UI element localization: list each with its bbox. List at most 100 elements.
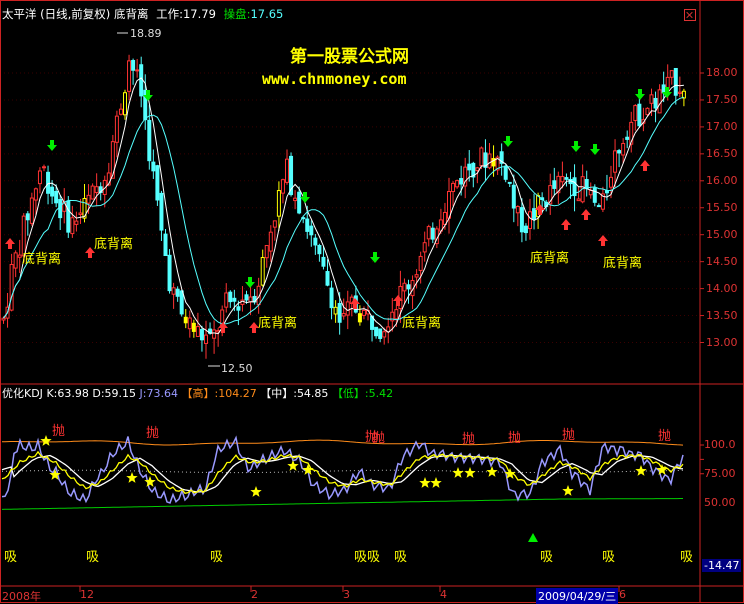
price-axis-tick: 16.00 [706, 173, 738, 187]
divergence-label: 底背离 [94, 237, 134, 252]
candle-body [268, 231, 273, 252]
candle-body [25, 213, 30, 221]
candle-body [228, 291, 233, 303]
absorb-signal-label: 吸 [602, 550, 616, 565]
candle-body [418, 255, 423, 271]
star-icon [419, 477, 431, 488]
candle-body [665, 76, 670, 89]
candle-body [123, 92, 127, 116]
d-value: 59.15 [104, 387, 137, 400]
candle-body [33, 188, 38, 201]
up-arrow-icon [598, 235, 608, 246]
candle-body [528, 211, 532, 230]
candle-body [139, 64, 144, 97]
candle-body [394, 309, 399, 320]
candle-body [204, 334, 208, 344]
candle-body [406, 284, 411, 290]
candle-body [588, 189, 593, 196]
candle-body [426, 226, 431, 240]
candle-body [604, 190, 609, 194]
date-label: 12 [80, 588, 94, 601]
close-icon[interactable] [684, 9, 696, 21]
down-arrow-icon [47, 140, 57, 151]
candle-body [78, 212, 83, 215]
j-value: 73.64 [146, 387, 179, 400]
window-border [0, 0, 744, 603]
ma-long-line [3, 96, 685, 325]
star-icon [656, 464, 668, 475]
candle-body [37, 170, 42, 185]
kdj-high-line [1, 439, 684, 446]
chart-canvas[interactable] [0, 0, 744, 603]
candle-body [118, 108, 123, 115]
candle-body [337, 302, 342, 323]
divergence-label: 底背离 [603, 256, 643, 271]
price-axis-tick: 17.50 [706, 92, 738, 106]
candle-body [673, 67, 678, 96]
down-arrow-icon [370, 252, 380, 263]
candle-body [677, 91, 682, 94]
d-label: D: [92, 387, 105, 400]
candle-body [29, 197, 34, 224]
candle-body [633, 105, 638, 121]
candle-body [13, 252, 18, 269]
candle-body [86, 194, 91, 204]
kdj-lines [1, 435, 704, 542]
candle-body [576, 198, 581, 202]
candle-body [212, 329, 217, 339]
throw-signal-label: 抛 [52, 424, 66, 439]
candle-body [70, 217, 75, 235]
price-axis-tick: 17.00 [706, 119, 738, 133]
candle-body [422, 242, 427, 253]
buy-triangle-icon [528, 533, 538, 542]
candle-body [42, 166, 46, 169]
candle-body [681, 90, 686, 99]
candle-body [135, 69, 140, 72]
candle-body [532, 208, 537, 220]
candle-body [357, 313, 362, 323]
candle-body [503, 165, 508, 180]
star-icon [464, 467, 476, 478]
low-label: 【低】: [331, 387, 369, 400]
candle-body [167, 254, 172, 292]
candle-body [94, 186, 99, 194]
candle-body [341, 313, 346, 317]
absorb-signal-label: 吸 [680, 550, 694, 565]
up-arrow-icon [561, 219, 571, 230]
stock-chart-window: 太平洋 (日线,前复权) 底背离 工作:17.79 操盘:17.65 第一股票公… [0, 0, 744, 604]
watermark-title: 第一股票公式网 [290, 47, 409, 67]
star-icon [562, 485, 574, 496]
down-arrow-icon [590, 144, 600, 155]
candle-body [151, 161, 156, 172]
candle-body [285, 158, 289, 183]
candle-body [584, 179, 589, 190]
throw-signal-label: 抛 [146, 426, 160, 441]
candle-body [293, 197, 298, 202]
candle-body [50, 186, 55, 197]
candle-body [66, 200, 71, 233]
throw-signal-label: 抛 [462, 432, 476, 447]
candle-body [171, 287, 176, 295]
candle-body [54, 190, 59, 204]
kdj-current-low: -14.47 [702, 559, 742, 572]
k-label: K: [46, 387, 58, 400]
candle-body [297, 191, 302, 214]
candle-body [195, 326, 200, 337]
star-icon [40, 435, 52, 446]
star-icon [452, 467, 464, 478]
candle-body [479, 147, 484, 167]
candle-body [592, 187, 597, 203]
chart-header: 太平洋 (日线,前复权) 底背离 工作:17.79 操盘:17.65 [2, 7, 283, 21]
candle-body [74, 220, 79, 225]
candle-body [661, 84, 666, 94]
candle-body [515, 206, 520, 214]
date-label: 2008年 [2, 590, 41, 603]
candle-body [191, 322, 196, 332]
candle-body [1, 317, 6, 321]
candle-body [183, 316, 188, 324]
op-value: 17.65 [250, 7, 284, 21]
throw-signal-label: 抛 [372, 431, 386, 446]
candle-body [507, 181, 512, 184]
candle-body [147, 119, 152, 162]
date-label: 3 [343, 588, 350, 601]
